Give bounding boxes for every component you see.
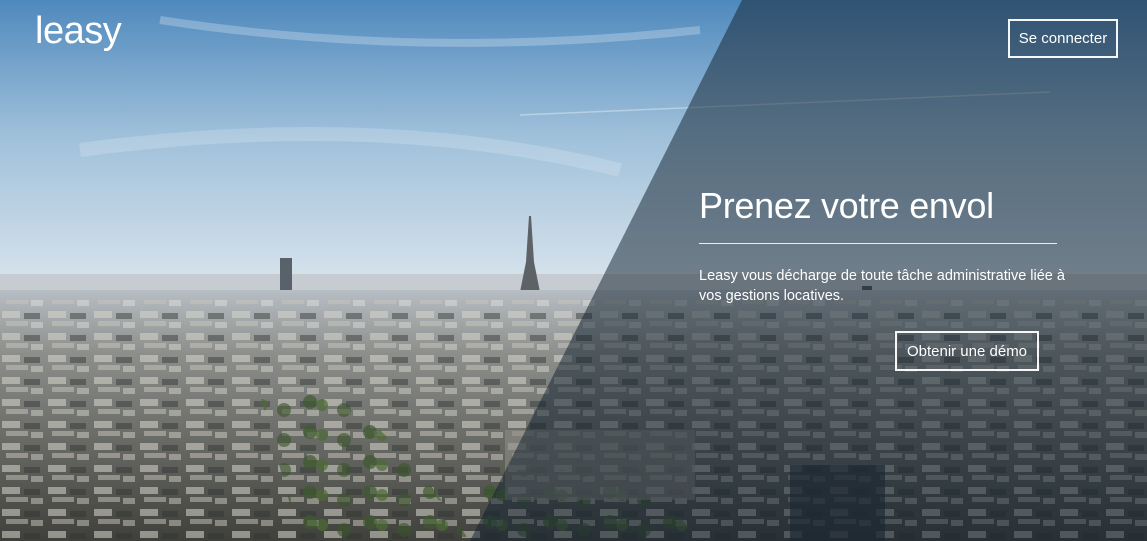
leasy-logo[interactable]: leasy xyxy=(35,12,122,50)
hero-section: leasy Se connecter Prenez votre envol Le… xyxy=(0,0,1147,541)
hero-title: Prenez votre envol xyxy=(699,185,994,226)
hero-subtitle: Leasy vous décharge de toute tâche admin… xyxy=(699,268,1065,304)
request-demo-button[interactable]: Obtenir une démo xyxy=(895,331,1039,371)
login-button[interactable]: Se connecter xyxy=(1008,19,1118,58)
title-divider xyxy=(699,243,1057,244)
